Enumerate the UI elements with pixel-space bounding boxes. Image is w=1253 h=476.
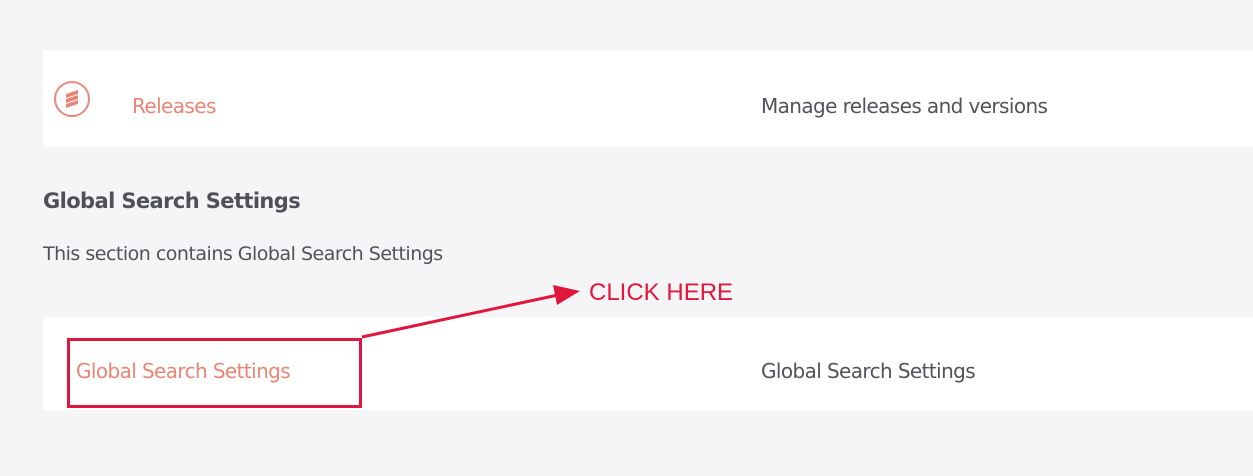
global-search-row: Global Search Settings Global Search Set… xyxy=(43,317,1253,410)
stacked-layers-icon-graphic xyxy=(66,90,78,108)
releases-row: Releases Manage releases and versions xyxy=(43,50,1253,147)
annotation-label: CLICK HERE xyxy=(589,279,734,306)
stacked-layers-icon[interactable] xyxy=(54,81,90,117)
global-search-settings-description: Global Search Settings xyxy=(761,359,976,383)
global-search-settings-link[interactable]: Global Search Settings xyxy=(76,359,291,383)
section-title: Global Search Settings xyxy=(43,189,301,213)
releases-link[interactable]: Releases xyxy=(132,94,216,118)
releases-description: Manage releases and versions xyxy=(761,94,1048,118)
admin-settings-page: Releases Manage releases and versions Gl… xyxy=(0,0,1253,476)
section-description: This section contains Global Search Sett… xyxy=(43,243,443,265)
